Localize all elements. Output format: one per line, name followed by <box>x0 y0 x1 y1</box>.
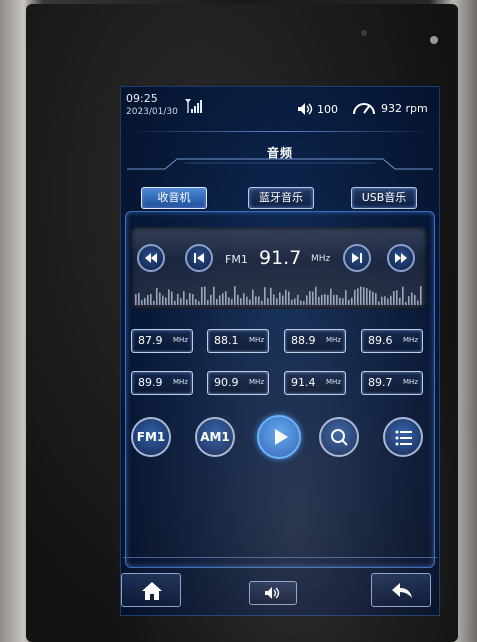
preset-button[interactable]: 90.9 MHz <box>207 371 269 395</box>
preset-button[interactable]: 89.9 MHz <box>131 371 193 395</box>
preset-button[interactable]: 91.4 MHz <box>284 371 346 395</box>
rewind-icon <box>145 253 157 263</box>
preset-frequency: 89.7 <box>368 376 393 389</box>
previous-icon <box>194 253 204 263</box>
preset-unit: MHz <box>173 336 188 344</box>
play-icon <box>275 429 288 445</box>
preset-unit: MHz <box>403 336 418 344</box>
search-button[interactable] <box>319 417 359 457</box>
divider <box>125 131 435 132</box>
spectrum-visualizer <box>135 286 422 305</box>
next-button[interactable] <box>343 244 371 272</box>
preset-frequency: 89.9 <box>138 376 163 389</box>
preset-unit: MHz <box>326 378 341 386</box>
preset-button[interactable]: 88.1 MHz <box>207 329 269 353</box>
preset-unit: MHz <box>403 378 418 386</box>
previous-button[interactable] <box>185 244 213 272</box>
signal-icon <box>185 99 202 113</box>
tab-radio[interactable]: 收音机 <box>141 187 207 209</box>
preset-frequency: 88.1 <box>214 334 239 347</box>
home-button[interactable] <box>121 573 181 607</box>
preset-unit: MHz <box>249 378 264 386</box>
preset-frequency: 89.6 <box>368 334 393 347</box>
speaker-icon <box>265 587 280 599</box>
page-title: 音频 <box>266 146 293 160</box>
screen: 09:25 2023/01/30 100 932 rpm 音频 收音机 蓝牙音乐… <box>120 86 440 616</box>
speaker-icon <box>298 103 313 115</box>
camera-dot <box>430 36 438 44</box>
divider <box>123 557 437 558</box>
rewind-button[interactable] <box>137 244 165 272</box>
preset-frequency: 90.9 <box>214 376 239 389</box>
next-icon <box>352 253 362 263</box>
volume-value: 100 <box>317 102 338 116</box>
preset-unit: MHz <box>326 336 341 344</box>
am-band-button[interactable]: AM1 <box>195 417 235 457</box>
volume-button[interactable] <box>249 581 297 605</box>
preset-frequency: 91.4 <box>291 376 316 389</box>
sensor-dot <box>361 30 367 36</box>
search-icon <box>331 429 348 446</box>
speedometer-icon <box>353 103 375 115</box>
list-button[interactable] <box>383 417 423 457</box>
preset-button[interactable]: 89.6 MHz <box>361 329 423 353</box>
device-bezel: 09:25 2023/01/30 100 932 rpm 音频 收音机 蓝牙音乐… <box>26 4 458 642</box>
preset-frequency: 87.9 <box>138 334 163 347</box>
preset-button[interactable]: 89.7 MHz <box>361 371 423 395</box>
tuner-unit: MHz <box>311 254 331 264</box>
volume-status: 100 <box>297 102 338 116</box>
preset-button[interactable]: 87.9 MHz <box>131 329 193 353</box>
preset-frequency: 88.9 <box>291 334 316 347</box>
tuner-frequency: 91.7 <box>259 247 302 269</box>
home-icon <box>142 582 162 600</box>
rpm-value: 932 rpm <box>381 101 428 115</box>
back-button[interactable] <box>371 573 431 607</box>
tab-usb-music[interactable]: USB音乐 <box>351 187 417 209</box>
back-icon <box>392 583 412 598</box>
fm-band-button[interactable]: FM1 <box>131 417 171 457</box>
list-icon <box>395 430 412 446</box>
fast-forward-icon <box>395 253 407 263</box>
clock-time: 09:25 <box>126 92 158 105</box>
clock-date: 2023/01/30 <box>126 107 178 117</box>
preset-button[interactable]: 88.9 MHz <box>284 329 346 353</box>
tab-bluetooth-music[interactable]: 蓝牙音乐 <box>248 187 314 209</box>
status-bar: 09:25 2023/01/30 100 932 rpm <box>121 87 439 127</box>
fast-forward-button[interactable] <box>387 244 415 272</box>
preset-unit: MHz <box>249 336 264 344</box>
tuner-band: FM1 <box>225 253 248 266</box>
rpm-status: 932 rpm <box>351 100 428 116</box>
play-button[interactable] <box>257 415 301 459</box>
preset-unit: MHz <box>173 378 188 386</box>
